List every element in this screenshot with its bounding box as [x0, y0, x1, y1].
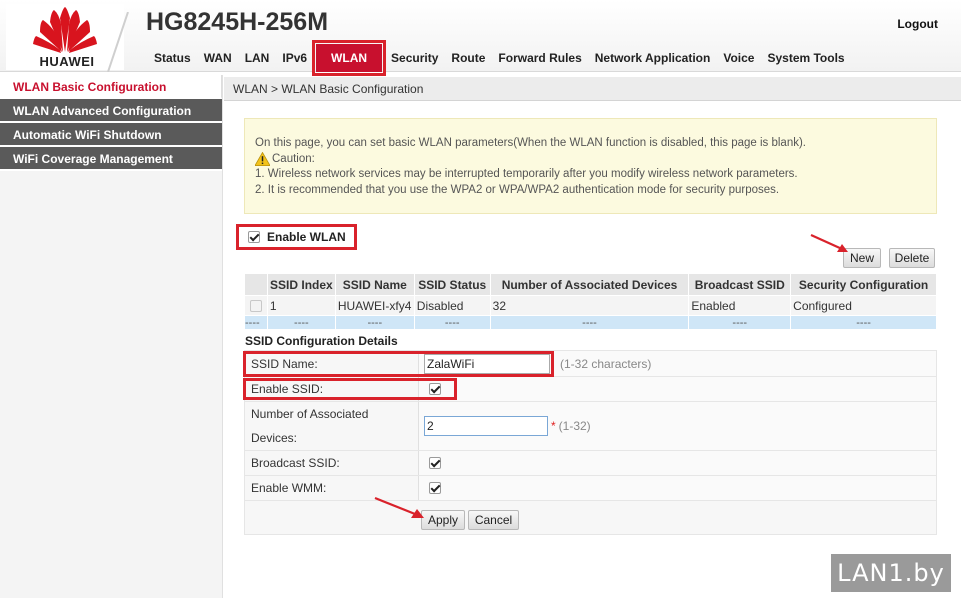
ssid-name-label: SSID Name: [245, 351, 419, 376]
broadcast-ssid-value-cell [419, 451, 936, 475]
menu-route[interactable]: Route [447, 50, 489, 72]
broadcast-ssid-checkbox[interactable] [429, 457, 441, 469]
enable-ssid-label: Enable SSID: [245, 377, 419, 401]
delete-button[interactable]: Delete [889, 248, 935, 268]
menu-ipv6[interactable]: IPv6 [278, 50, 311, 72]
broadcast-ssid-row: Broadcast SSID: [245, 451, 936, 476]
table-cell: 32 [489, 295, 690, 316]
action-row [244, 501, 937, 535]
assoc-devices-row: Number of Associated Devices: * (1-32) [245, 402, 936, 451]
info-box: On this page, you can set basic WLAN par… [244, 118, 937, 214]
table-cell: ---- [790, 315, 937, 330]
menu-status[interactable]: Status [150, 50, 195, 72]
caution-row: Caution: [255, 152, 926, 168]
table-header: SSID Status [413, 273, 491, 296]
enable-wmm-label: Enable WMM: [245, 476, 419, 500]
sidebar-item-wifi-shutdown[interactable]: Automatic WiFi Shutdown [0, 123, 222, 147]
row-select-checkbox[interactable] [249, 300, 262, 313]
apply-button[interactable]: Apply [421, 510, 465, 530]
menu-security[interactable]: Security [387, 50, 442, 72]
enable-wlan-label: Enable WLAN [267, 230, 346, 244]
menu-wlan[interactable]: WLAN [312, 40, 387, 76]
table-cell: ---- [489, 315, 690, 330]
table-row[interactable]: 1 HUAWEI-xfy4 Disabled 32 Enabled Config… [244, 295, 937, 316]
menu-wan[interactable]: WAN [200, 50, 236, 72]
info-note: 1. Wireless network services may be inte… [255, 168, 798, 180]
table-header: SSID Index [266, 273, 336, 296]
row-select-cell [244, 295, 268, 316]
sidebar-item-wlan-advanced[interactable]: WLAN Advanced Configuration [0, 99, 222, 123]
assoc-devices-label-line: Devices: [251, 431, 298, 445]
header-divider-icon [107, 12, 129, 72]
details-title: SSID Configuration Details [245, 334, 398, 348]
enable-wmm-row: Enable WMM: [245, 476, 936, 500]
cancel-button[interactable]: Cancel [468, 510, 519, 530]
enable-wlan-checkbox[interactable] [248, 231, 260, 243]
menu-voice[interactable]: Voice [719, 50, 758, 72]
info-intro: On this page, you can set basic WLAN par… [255, 137, 806, 149]
info-note: 2. It is recommended that you use the WP… [255, 183, 780, 196]
broadcast-ssid-label: Broadcast SSID: [245, 451, 419, 475]
table-cell: Configured [790, 295, 937, 316]
assoc-devices-label-line: Number of Associated [251, 407, 369, 421]
logo-text: HUAWEI [39, 54, 95, 69]
table-cell: ---- [244, 315, 268, 330]
huawei-petals-icon [33, 7, 97, 53]
caution-title: Caution: [272, 152, 315, 165]
assoc-devices-label: Number of Associated Devices: [245, 402, 419, 450]
watermark: LAN1.by [831, 554, 951, 592]
table-header: Broadcast SSID [688, 273, 792, 296]
assoc-devices-input[interactable] [424, 416, 548, 436]
table-cell: HUAWEI-xfy4 [334, 295, 415, 316]
ssid-config-form: SSID Name: (1-32 characters) Enable SSID… [244, 350, 937, 501]
enable-ssid-value-cell [419, 377, 936, 401]
assoc-devices-value-cell: * (1-32) [419, 402, 936, 450]
menu-network-application[interactable]: Network Application [591, 50, 715, 72]
menu-forward-rules[interactable]: Forward Rules [494, 50, 585, 72]
table-header: Security Configuration [790, 273, 937, 296]
table-cell: Disabled [413, 295, 491, 316]
logout-link[interactable]: Logout [897, 17, 938, 31]
menu-system-tools[interactable]: System Tools [763, 50, 848, 72]
table-header-row: SSID Index SSID Name SSID Status Number … [244, 273, 937, 296]
menu-lan[interactable]: LAN [241, 50, 274, 72]
table-cell: ---- [334, 315, 415, 330]
enable-ssid-row: Enable SSID: [245, 377, 936, 402]
table-header: Number of Associated Devices [489, 273, 690, 296]
product-title: HG8245H-256M [146, 8, 329, 36]
table-placeholder-row: ---- ---- ---- ---- ---- ---- ---- [244, 315, 937, 330]
table-cell: ---- [413, 315, 491, 330]
ssid-name-input[interactable] [424, 353, 550, 374]
enable-wmm-value-cell [419, 476, 936, 500]
table-cell: Enabled [688, 295, 792, 316]
ssid-table: SSID Index SSID Name SSID Status Number … [244, 273, 937, 330]
breadcrumb: WLAN > WLAN Basic Configuration [224, 77, 961, 101]
ssid-name-value-cell: (1-32 characters) [419, 351, 936, 376]
assoc-devices-hint: (1-32) [558, 419, 591, 433]
required-marker: * [551, 419, 556, 433]
enable-wlan-group: Enable WLAN [236, 224, 357, 250]
new-button[interactable]: New [843, 248, 881, 268]
table-header: SSID Name [334, 273, 415, 296]
warning-icon [255, 152, 270, 167]
top-header: HUAWEI HG8245H-256M Logout Status WAN LA… [0, 0, 961, 76]
table-cell: ---- [266, 315, 336, 330]
sidebar-item-wlan-basic[interactable]: WLAN Basic Configuration [0, 75, 222, 99]
table-header-select [244, 273, 268, 296]
main-menu: Status WAN LAN IPv6 WLAN Security Route … [150, 40, 854, 76]
enable-wmm-checkbox[interactable] [429, 482, 441, 494]
table-cell: ---- [688, 315, 792, 330]
ssid-name-row: SSID Name: (1-32 characters) [245, 351, 936, 377]
sidebar-item-wifi-coverage[interactable]: WiFi Coverage Management [0, 147, 222, 171]
sidebar: WLAN Basic Configuration WLAN Advanced C… [0, 75, 223, 598]
enable-ssid-checkbox[interactable] [429, 383, 441, 395]
table-cell: 1 [266, 295, 336, 316]
ssid-name-hint: (1-32 characters) [560, 356, 652, 371]
